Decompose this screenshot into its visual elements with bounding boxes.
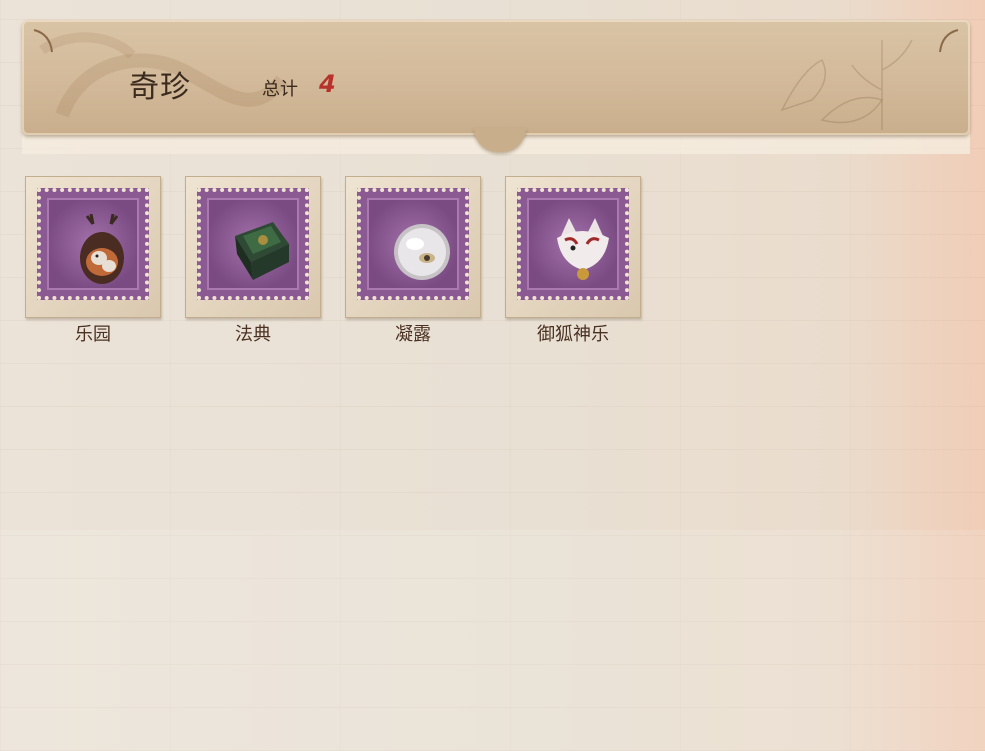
item-frame[interactable] [25, 176, 161, 318]
page-title: 奇珍 [129, 70, 191, 105]
antlered-rabbit-icon [80, 214, 124, 284]
total-count: 4 [319, 70, 336, 98]
stamp-border [517, 188, 629, 300]
item-frame[interactable] [505, 176, 641, 318]
total-label: 总计 [262, 79, 298, 100]
paper-lower-band [0, 530, 985, 751]
stamp-border [197, 188, 309, 300]
pearl-orb-icon [394, 224, 450, 280]
fox-mask-icon [557, 218, 609, 280]
item-name: 乐园 [75, 324, 111, 345]
stamp-border [357, 188, 469, 300]
item-name: 御狐神乐 [537, 324, 609, 345]
green-codex-book-icon [235, 222, 289, 280]
item-frame[interactable] [345, 176, 481, 318]
item-frame[interactable] [185, 176, 321, 318]
item-name: 法典 [235, 324, 271, 345]
item-name: 凝露 [395, 324, 431, 345]
stamp-border [37, 188, 149, 300]
